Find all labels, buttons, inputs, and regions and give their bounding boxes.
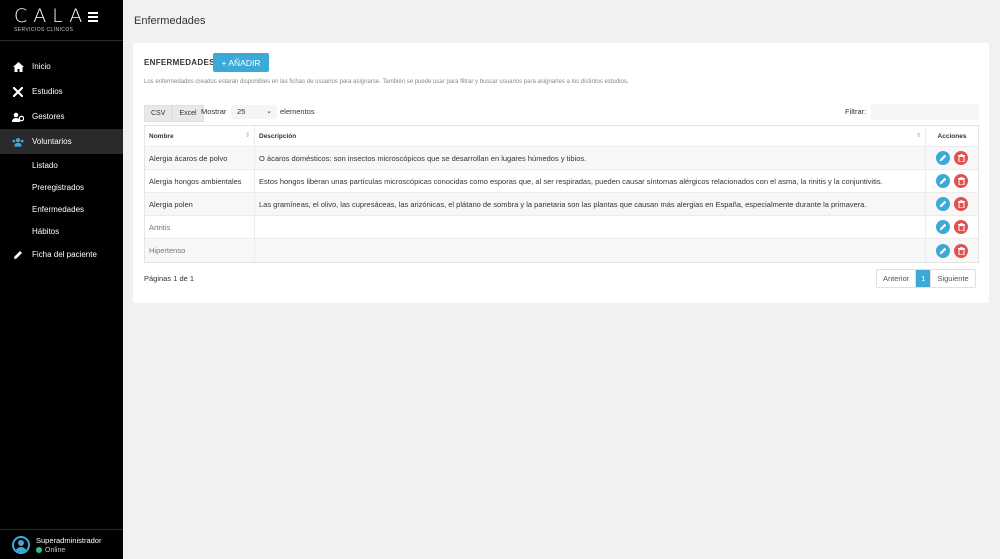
brand-name: CALA: [14, 5, 89, 27]
cell-name: Alergia ácaros de polvo: [145, 147, 255, 169]
user-panel[interactable]: Superadministrador Online: [0, 529, 123, 559]
table-row: Alergia polen Las gramíneas, el olivo, l…: [145, 193, 978, 216]
diseases-card: ENFERMEDADES + AÑADIR Los enfermedades c…: [133, 43, 989, 303]
cell-actions: [926, 239, 978, 262]
sidebar-item-voluntarios[interactable]: Voluntarios: [0, 129, 123, 154]
user-name: Superadministrador: [36, 535, 102, 545]
brand-subtitle: SERVICIOS CLÍNICOS: [14, 27, 74, 33]
add-button[interactable]: + AÑADIR: [213, 53, 269, 72]
cell-name: Artritis: [145, 216, 255, 238]
sidebar-divider: [0, 40, 123, 41]
cell-name: Alergia hongos ambientales: [145, 170, 255, 192]
sidebar-subitem-label: Preregistrados: [32, 182, 85, 192]
trash-icon[interactable]: [954, 151, 968, 165]
cell-actions: [926, 147, 978, 169]
menu-toggle-icon[interactable]: [88, 12, 98, 24]
sidebar-subitem-label: Listado: [32, 160, 58, 170]
user-status: Online: [36, 547, 101, 554]
sidebar-item-label: Inicio: [32, 62, 51, 71]
page-title: Enfermedades: [134, 15, 206, 27]
excel-button[interactable]: Excel: [172, 105, 204, 122]
cell-description: Las gramíneas, el olivo, las cupresáceas…: [255, 193, 926, 215]
cell-actions: [926, 170, 978, 192]
filter-input[interactable]: [871, 104, 979, 120]
pages-info: Páginas 1 de 1: [144, 274, 195, 283]
column-header-acciones: Acciones: [937, 132, 967, 140]
diseases-table: Nombre ⇕ Descripción ⇕ Acciones Alergia ác…: [144, 125, 979, 263]
card-description: Los enfermedades creados estarán disponi…: [144, 79, 629, 85]
trash-icon[interactable]: [954, 174, 968, 188]
sidebar: CALA SERVICIOS CLÍNICOS Inicio Estudios …: [0, 0, 123, 559]
edit-icon[interactable]: [936, 220, 950, 234]
next-page-button[interactable]: Siguiente: [931, 270, 975, 287]
trash-icon[interactable]: [954, 197, 968, 211]
sidebar-item-inicio[interactable]: Inicio: [0, 54, 123, 79]
csv-button[interactable]: CSV: [144, 105, 173, 122]
sidebar-item-gestores[interactable]: Gestores: [0, 104, 123, 129]
cell-actions: [926, 193, 978, 215]
cell-actions: [926, 216, 978, 238]
table-row: Hipertenso: [145, 239, 978, 262]
sidebar-item-label: Gestores: [32, 112, 65, 121]
brand-logo[interactable]: CALA SERVICIOS CLÍNICOS: [14, 6, 88, 33]
pencil-icon: [12, 249, 24, 261]
sidebar-subitem-listado[interactable]: Listado: [0, 154, 123, 176]
trash-icon[interactable]: [954, 220, 968, 234]
sidebar-item-label: Voluntarios: [32, 137, 72, 146]
column-header-descripcion[interactable]: Descripción ⇕: [255, 126, 926, 146]
sidebar-subitem-preregistrados[interactable]: Preregistrados: [0, 176, 123, 198]
home-icon: [12, 61, 24, 73]
cell-name: Hipertenso: [145, 239, 255, 262]
sidebar-item-label: Ficha del paciente: [32, 250, 97, 259]
export-buttons: CSV Excel: [144, 105, 204, 122]
card-title: ENFERMEDADES: [144, 58, 215, 67]
sidebar-item-estudios[interactable]: Estudios: [0, 79, 123, 104]
edit-icon[interactable]: [936, 151, 950, 165]
cell-name: Alergia polen: [145, 193, 255, 215]
page-size-value: 25: [237, 107, 246, 116]
cell-description: [255, 239, 926, 262]
tools-icon: [12, 86, 24, 98]
edit-icon[interactable]: [936, 243, 950, 258]
cell-description: [255, 216, 926, 238]
trash-icon[interactable]: [954, 243, 968, 258]
sidebar-nav: Inicio Estudios Gestores Voluntarios Lis…: [0, 54, 123, 267]
sidebar-subitem-label: Hábitos: [32, 226, 60, 236]
edit-icon[interactable]: [936, 174, 950, 188]
sidebar-subitem-enfermedades[interactable]: Enfermedades: [0, 198, 123, 220]
avatar: [12, 535, 30, 554]
table-row: Alergia hongos ambientales Estos hongos …: [145, 170, 978, 193]
filter-label: Filtrar:: [845, 107, 867, 116]
show-label: Mostrar: [201, 107, 227, 116]
online-dot-icon: [36, 547, 42, 553]
column-header-nombre[interactable]: Nombre ⇕: [145, 126, 255, 146]
edit-icon[interactable]: [936, 197, 950, 211]
table-row: Artritis: [145, 216, 978, 239]
sidebar-item-ficha-paciente[interactable]: Ficha del paciente: [0, 242, 123, 267]
table-header-row: Nombre ⇕ Descripción ⇕ Acciones: [145, 126, 978, 147]
page-button-current[interactable]: 1: [916, 270, 932, 287]
cell-description: Estos hongos liberan unas partículas mic…: [255, 170, 926, 192]
chevron-down-icon: ⌄: [266, 108, 272, 115]
sidebar-item-label: Estudios: [32, 87, 63, 96]
sidebar-subitem-label: Enfermedades: [32, 204, 85, 214]
sort-icon: ⇕: [244, 133, 250, 139]
cell-description: O ácaros domésticos: son insectos micros…: [255, 147, 926, 169]
prev-page-button[interactable]: Anterior: [877, 270, 917, 287]
page-size-select[interactable]: 25 ⌄: [231, 105, 277, 119]
table-row: Alergia ácaros de polvo O ácaros domésti…: [145, 147, 978, 170]
users-icon: [12, 136, 24, 148]
user-status-label: Online: [45, 546, 66, 554]
sidebar-subitem-habitos[interactable]: Hábitos: [0, 220, 123, 242]
users-cog-icon: [12, 111, 24, 123]
pagination: Anterior 1 Siguiente: [876, 269, 976, 288]
sort-icon: ⇕: [915, 133, 921, 139]
elements-label: elementos: [280, 107, 315, 116]
